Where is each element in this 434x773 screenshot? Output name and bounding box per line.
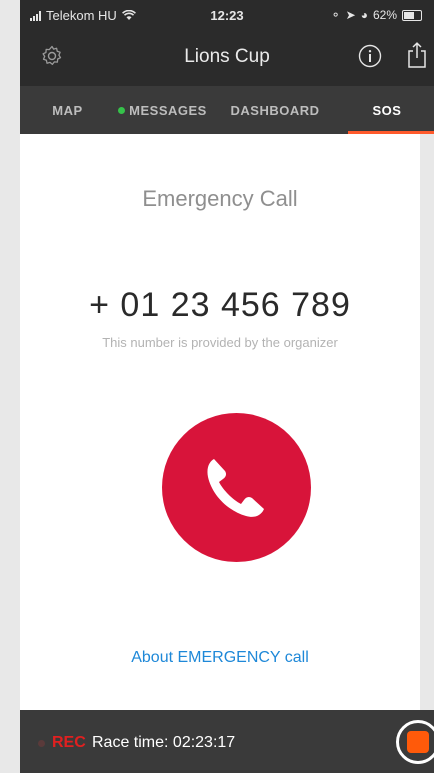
tab-bar: MAP MESSAGES DASHBOARD SOS <box>20 86 434 134</box>
online-indicator-icon <box>118 106 126 114</box>
tab-dashboard-label: DASHBOARD <box>230 102 320 118</box>
rec-dot-icon <box>38 740 45 747</box>
tab-sos-label: SOS <box>372 102 402 118</box>
emergency-phone-number: + 01 23 456 789 <box>89 286 351 324</box>
tab-messages-label: MESSAGES <box>129 102 207 118</box>
status-bar: Telekom HU 12:23 ⚬ ➤ ◕ 62% <box>20 0 434 30</box>
phone-icon <box>207 459 264 517</box>
call-button[interactable] <box>162 413 311 562</box>
lock-rotation-icon: ⚬ <box>330 8 341 22</box>
nav-bar: Lions Cup <box>20 30 434 86</box>
race-time: Race time: 02:23:17 <box>92 734 236 751</box>
left-edge <box>0 0 20 773</box>
tab-messages[interactable]: MESSAGES <box>115 86 210 134</box>
share-icon <box>408 42 426 68</box>
info-icon <box>358 44 382 68</box>
alarm-icon: ◕ <box>360 8 368 22</box>
emergency-heading: Emergency Call <box>142 186 298 211</box>
recording-bar: REC Race time: 02:23:17 <box>20 710 434 773</box>
tab-sos[interactable]: SOS <box>340 86 434 134</box>
info-button[interactable] <box>358 44 382 68</box>
battery-icon <box>402 9 422 21</box>
status-right: ⚬ ➤ ◕ 62% <box>331 8 422 22</box>
location-icon: ➤ <box>345 8 356 22</box>
stop-icon <box>407 731 429 753</box>
tab-dashboard[interactable]: DASHBOARD <box>210 86 340 134</box>
tab-map[interactable]: MAP <box>20 86 115 134</box>
tab-map-label: MAP <box>52 102 83 118</box>
rec-label: REC <box>52 734 86 751</box>
app-screen: Telekom HU 12:23 ⚬ ➤ ◕ 62% Lions Cup MAP… <box>0 0 434 773</box>
battery-percent: 62% <box>372 8 397 22</box>
share-button[interactable] <box>406 42 428 68</box>
organizer-note: This number is provided by the organizer <box>102 335 338 350</box>
stop-recording-button[interactable] <box>396 720 434 764</box>
about-emergency-link[interactable]: About EMERGENCY call <box>20 649 420 667</box>
